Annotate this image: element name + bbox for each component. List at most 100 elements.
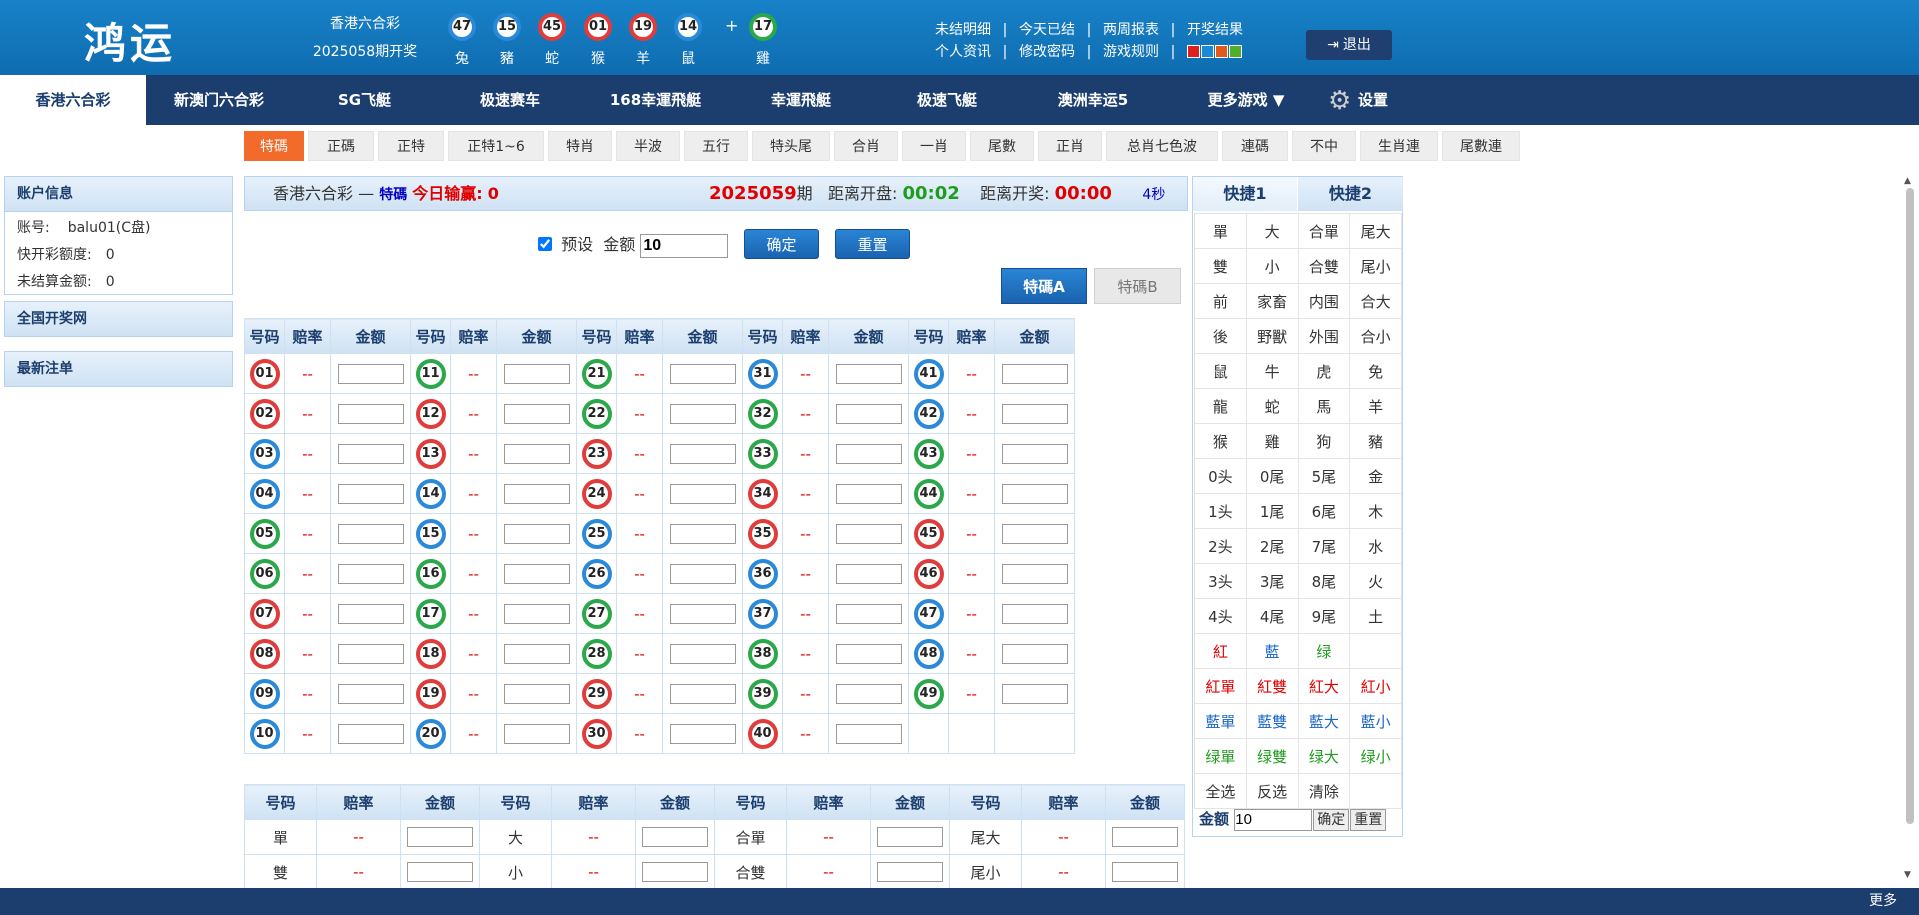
quick-option[interactable]: 豬 xyxy=(1349,423,1402,459)
number-ball[interactable]: 14 xyxy=(415,478,446,509)
theme-swatch[interactable] xyxy=(1229,45,1242,58)
theme-swatch[interactable] xyxy=(1187,45,1200,58)
number-ball[interactable]: 01 xyxy=(249,358,280,389)
number-ball[interactable]: 26 xyxy=(581,558,612,589)
bet-amount-input[interactable] xyxy=(669,563,736,584)
bet-amount-input[interactable] xyxy=(1112,862,1178,882)
quick-option[interactable]: 藍單 xyxy=(1194,703,1247,739)
quick-amount-input[interactable] xyxy=(1234,808,1313,831)
number-ball[interactable]: 30 xyxy=(581,718,612,749)
number-ball[interactable]: 12 xyxy=(415,398,446,429)
quick-option[interactable]: 0头 xyxy=(1194,458,1247,494)
quick-option[interactable]: 6尾 xyxy=(1297,493,1351,529)
bet-amount-input[interactable] xyxy=(669,723,736,744)
number-ball[interactable]: 17 xyxy=(415,598,446,629)
quick-option[interactable]: 藍大 xyxy=(1297,703,1351,739)
quick-option[interactable]: 蛇 xyxy=(1245,388,1299,424)
quick-option[interactable]: 3尾 xyxy=(1245,563,1299,599)
quick-option[interactable]: 單 xyxy=(1194,213,1247,249)
quick-option[interactable]: 尾小 xyxy=(1349,248,1402,284)
top-link[interactable]: 两周报表 xyxy=(1103,19,1159,41)
quick-option[interactable]: 木 xyxy=(1349,493,1402,529)
quick-option[interactable]: 土 xyxy=(1349,598,1402,634)
bet-amount-input[interactable] xyxy=(503,523,570,544)
number-ball[interactable]: 21 xyxy=(581,358,612,389)
quick-option[interactable]: 紅小 xyxy=(1349,668,1402,704)
footer-more-link[interactable]: 更多 xyxy=(1869,888,1897,915)
bet-amount-input[interactable] xyxy=(1001,683,1068,704)
bet-amount-input[interactable] xyxy=(1001,483,1068,504)
number-ball[interactable]: 37 xyxy=(747,598,778,629)
number-ball[interactable]: 49 xyxy=(913,678,944,709)
nav-item[interactable]: 极速飞艇 xyxy=(874,75,1020,125)
bet-amount-input[interactable] xyxy=(337,523,404,544)
settings-link[interactable]: 设置 xyxy=(1358,75,1388,125)
bet-amount-input[interactable] xyxy=(1001,403,1068,424)
number-ball[interactable]: 23 xyxy=(581,438,612,469)
quick-option[interactable]: 绿單 xyxy=(1194,738,1247,774)
bet-type-tab[interactable]: 正肖 xyxy=(1038,131,1102,161)
theme-swatch[interactable] xyxy=(1201,45,1214,58)
number-ball[interactable]: 42 xyxy=(913,398,944,429)
quick-option[interactable]: 8尾 xyxy=(1297,563,1351,599)
number-ball[interactable]: 35 xyxy=(747,518,778,549)
number-ball[interactable]: 46 xyxy=(913,558,944,589)
quick-option[interactable]: 虎 xyxy=(1297,353,1351,389)
quick-option[interactable]: 雞 xyxy=(1245,423,1299,459)
number-ball[interactable]: 05 xyxy=(249,518,280,549)
number-ball[interactable]: 18 xyxy=(415,638,446,669)
quick-tab[interactable]: 快捷1 xyxy=(1193,177,1297,211)
quick-option[interactable]: 3头 xyxy=(1194,563,1247,599)
quick-option[interactable]: 合單 xyxy=(1297,213,1351,249)
bet-amount-input[interactable] xyxy=(407,827,473,847)
bet-amount-input[interactable] xyxy=(337,643,404,664)
bet-amount-input[interactable] xyxy=(877,862,943,882)
bet-amount-input[interactable] xyxy=(669,363,736,384)
quick-option[interactable]: 藍 xyxy=(1245,633,1299,669)
number-ball[interactable]: 13 xyxy=(415,438,446,469)
quick-option[interactable]: 9尾 xyxy=(1297,598,1351,634)
bet-amount-input[interactable] xyxy=(1112,827,1178,847)
quick-option[interactable]: 0尾 xyxy=(1245,458,1299,494)
number-ball[interactable]: 22 xyxy=(581,398,612,429)
bet-amount-input[interactable] xyxy=(1001,563,1068,584)
quick-option[interactable]: 清除 xyxy=(1297,773,1351,809)
quick-option[interactable]: 野獸 xyxy=(1245,318,1299,354)
quick-confirm-button[interactable]: 确定 xyxy=(1313,808,1350,831)
quick-option[interactable]: 羊 xyxy=(1349,388,1402,424)
quick-option[interactable]: 合小 xyxy=(1349,318,1402,354)
quick-option[interactable]: 紅單 xyxy=(1194,668,1247,704)
nav-item[interactable]: 更多游戏 ▼ xyxy=(1166,75,1326,125)
number-ball[interactable]: 43 xyxy=(913,438,944,469)
scroll-up-icon[interactable]: ▲ xyxy=(1904,176,1911,186)
bet-amount-input[interactable] xyxy=(877,827,943,847)
quick-option[interactable]: 雙 xyxy=(1194,248,1247,284)
number-ball[interactable]: 48 xyxy=(913,638,944,669)
quick-option[interactable]: 藍雙 xyxy=(1245,703,1299,739)
quick-option[interactable]: 前 xyxy=(1194,283,1247,319)
number-ball[interactable]: 47 xyxy=(913,598,944,629)
recent-bets-link[interactable]: 最新注单 xyxy=(4,351,233,387)
bet-amount-input[interactable] xyxy=(503,723,570,744)
bet-amount-input[interactable] xyxy=(503,483,570,504)
number-ball[interactable]: 40 xyxy=(747,718,778,749)
bet-type-tab[interactable]: 生肖連 xyxy=(1360,131,1438,161)
number-ball[interactable]: 11 xyxy=(415,358,446,389)
number-ball[interactable]: 31 xyxy=(747,358,778,389)
quick-option[interactable]: 5尾 xyxy=(1297,458,1351,494)
number-ball[interactable]: 06 xyxy=(249,558,280,589)
number-ball[interactable]: 36 xyxy=(747,558,778,589)
quick-option[interactable]: 1头 xyxy=(1194,493,1247,529)
bet-type-tab[interactable]: 正特 xyxy=(378,131,444,161)
quick-option[interactable]: 免 xyxy=(1349,353,1402,389)
quick-option[interactable]: 全选 xyxy=(1194,773,1247,809)
quick-option[interactable]: 尾大 xyxy=(1349,213,1402,249)
bet-amount-input[interactable] xyxy=(1001,443,1068,464)
number-ball[interactable]: 25 xyxy=(581,518,612,549)
bet-amount-input[interactable] xyxy=(337,443,404,464)
account-info-title[interactable]: 账户信息 xyxy=(4,176,233,212)
scroll-down-icon[interactable]: ▼ xyxy=(1904,870,1911,880)
quick-option[interactable]: 合大 xyxy=(1349,283,1402,319)
nav-item[interactable]: 澳洲幸运5 xyxy=(1020,75,1166,125)
bet-amount-input[interactable] xyxy=(337,683,404,704)
